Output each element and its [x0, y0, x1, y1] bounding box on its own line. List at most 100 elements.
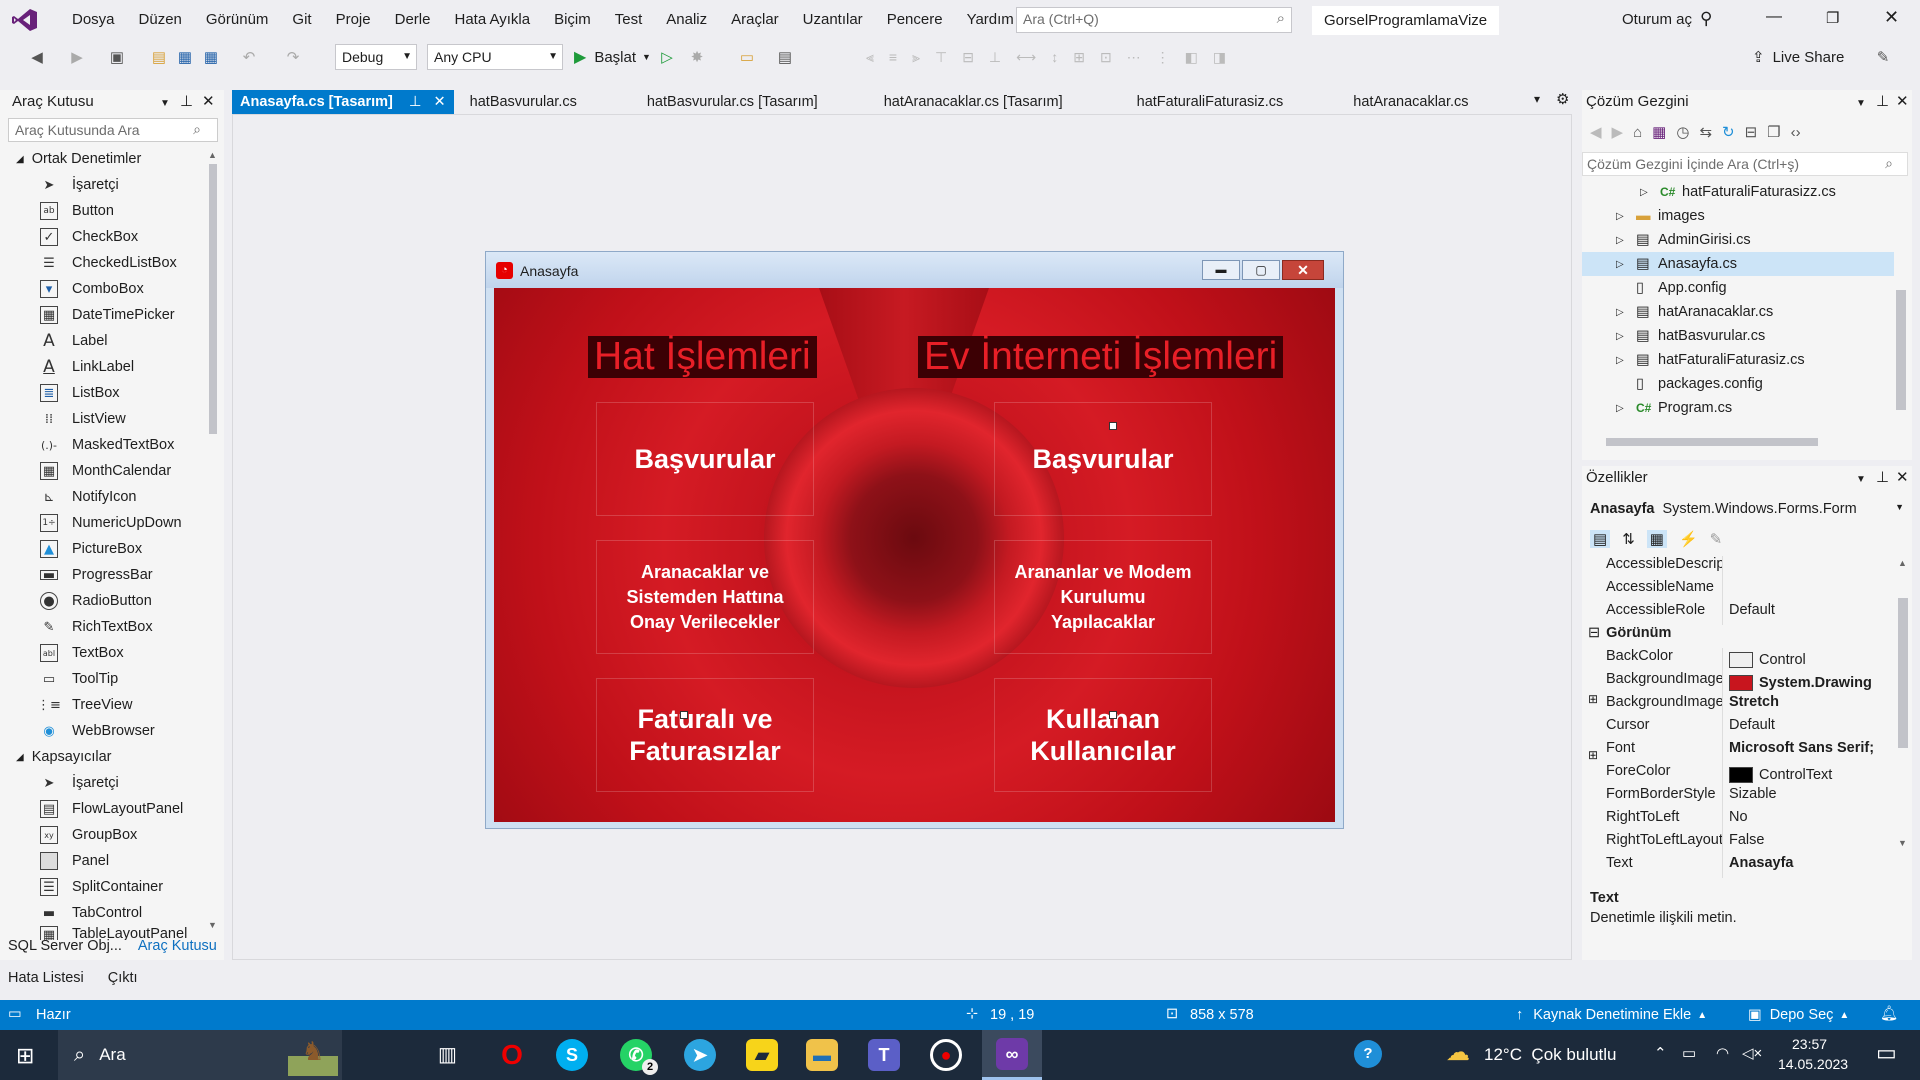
- same-height-icon[interactable]: ↕: [1051, 49, 1058, 65]
- new-project-icon[interactable]: ▣: [106, 46, 128, 68]
- clock-date[interactable]: 14.05.2023: [1778, 1056, 1848, 1072]
- menu-proje[interactable]: Proje: [324, 0, 383, 40]
- tool-item[interactable]: ✎ RichTextBox: [0, 614, 210, 640]
- categorized-icon[interactable]: ▤: [1590, 530, 1611, 548]
- prop-value[interactable]: Anasayfa: [1722, 855, 1894, 878]
- events-icon[interactable]: ⚡: [1679, 530, 1698, 548]
- tab-anasayfa-design[interactable]: Anasayfa.cs [Tasarım] ⊥ ✕: [232, 90, 454, 114]
- undo-icon[interactable]: ↶: [238, 46, 260, 68]
- prop-value[interactable]: Microsoft Sans Serif;: [1722, 740, 1894, 763]
- prop-row[interactable]: BackgroundImageLaStretch: [1582, 694, 1894, 717]
- teams-icon[interactable]: T: [868, 1039, 900, 1071]
- chevron-down-icon[interactable]: ▼: [160, 92, 170, 116]
- expand-icon[interactable]: ▷: [1616, 211, 1636, 222]
- toolbox-search-input[interactable]: Araç Kutusunda Ara ⌕: [8, 118, 218, 142]
- same-width-icon[interactable]: ⟷: [1016, 49, 1036, 66]
- tree-item[interactable]: ▯ packages.config: [1582, 372, 1894, 396]
- solution-vscrollbar[interactable]: [1896, 190, 1906, 420]
- hot-reload-icon[interactable]: ✸: [686, 46, 708, 68]
- menu-dosya[interactable]: Dosya: [60, 0, 127, 40]
- telegram-icon[interactable]: ➤: [684, 1039, 716, 1071]
- tree-item[interactable]: ▷ C# hatFaturaliFaturasizz.cs: [1582, 180, 1894, 204]
- prop-row[interactable]: FormBorderStyle Sizable: [1582, 786, 1894, 809]
- restore-icon[interactable]: ❐: [1826, 9, 1839, 27]
- scroll-down-icon[interactable]: ▼: [208, 920, 217, 930]
- vs-logo-icon[interactable]: [12, 8, 38, 32]
- align-right-icon[interactable]: ⫸: [912, 49, 920, 66]
- solution-search-input[interactable]: Çözüm Gezgini İçinde Ara (Ctrl+ş) ⌕: [1582, 152, 1908, 176]
- close-icon[interactable]: ✕: [1884, 7, 1899, 28]
- back-order-icon[interactable]: ◨: [1213, 49, 1226, 66]
- align-middle-icon[interactable]: ⊟: [962, 49, 974, 66]
- wifi-icon[interactable]: ◠: [1716, 1044, 1729, 1062]
- prop-value[interactable]: Default: [1722, 602, 1894, 625]
- expand-icon[interactable]: ▷: [1616, 331, 1636, 342]
- designer-surface[interactable]: ◔ Anasayfa ▬ ▢ ✕ Hat İşlemleri Ev İntern…: [232, 114, 1572, 960]
- tool-item[interactable]: ▬ ProgressBar: [0, 562, 210, 588]
- pin-icon[interactable]: ⊥: [180, 90, 193, 114]
- tool-item[interactable]: xy GroupBox: [0, 822, 210, 848]
- property-pages-icon[interactable]: ✎: [1710, 530, 1723, 548]
- volume-icon[interactable]: ◁×: [1742, 1044, 1762, 1062]
- save-icon[interactable]: ▦: [174, 46, 196, 68]
- front-icon[interactable]: ◧: [1185, 49, 1198, 66]
- close-panel-icon[interactable]: ✕: [1896, 90, 1909, 114]
- redo-icon[interactable]: ↷: [282, 46, 304, 68]
- live-share-button[interactable]: ⇪ Live Share: [1752, 46, 1844, 68]
- expand-icon[interactable]: ▷: [1640, 187, 1660, 198]
- home-icon[interactable]: ⌂: [1633, 124, 1642, 141]
- tool-item[interactable]: (.)- MaskedTextBox: [0, 432, 210, 458]
- prop-value[interactable]: [1722, 579, 1894, 602]
- prop-value[interactable]: No: [1722, 809, 1894, 832]
- start-button[interactable]: ▶ Başlat ▼: [574, 46, 651, 68]
- prop-row[interactable]: BackColor Control: [1582, 648, 1894, 671]
- form-window[interactable]: ◔ Anasayfa ▬ ▢ ✕ Hat İşlemleri Ev İntern…: [485, 251, 1344, 829]
- prop-row[interactable]: AccessibleName: [1582, 579, 1894, 602]
- prop-category[interactable]: ⊟ Görünüm: [1582, 625, 1894, 648]
- button-arananlar[interactable]: Arananlar ve Modem Kurulumu Yapılacaklar: [994, 540, 1212, 654]
- prop-row[interactable]: Font Microsoft Sans Serif;: [1582, 740, 1894, 763]
- button-faturali[interactable]: Faturalı ve Faturasızlar: [596, 678, 814, 792]
- scroll-up-icon[interactable]: ▲: [1898, 558, 1908, 568]
- tool-item[interactable]: ▦ DateTimePicker: [0, 302, 210, 328]
- menu-duzen[interactable]: Düzen: [127, 0, 194, 40]
- align-top-icon[interactable]: ⊤: [935, 49, 947, 66]
- refresh-icon[interactable]: ↻: [1722, 123, 1735, 141]
- vspace-icon[interactable]: ⋮: [1156, 49, 1170, 66]
- button-hat-basvurular[interactable]: Başvurular: [596, 402, 814, 516]
- whatsapp-icon[interactable]: ✆ 2: [620, 1039, 658, 1075]
- tool-item[interactable]: ◉ WebBrowser: [0, 718, 210, 744]
- expand-icon[interactable]: ▷: [1616, 355, 1636, 366]
- search-input[interactable]: Ara (Ctrl+Q) ⌕: [1016, 7, 1292, 33]
- toolbox-group-common[interactable]: ◢ Ortak Denetimler: [0, 146, 210, 172]
- tool-item[interactable]: ☰ SplitContainer: [0, 874, 210, 900]
- tab-hatfaturalifaturasiz[interactable]: hatFaturaliFaturasiz.cs: [1129, 90, 1292, 114]
- tab-hatbasvurular-design[interactable]: hatBasvurular.cs [Tasarım]: [639, 90, 826, 114]
- properties-icon[interactable]: ▦: [1646, 530, 1667, 548]
- prop-value[interactable]: [1722, 556, 1894, 579]
- button-kullanan[interactable]: Kullanan Kullanıcılar: [994, 678, 1212, 792]
- view-code-icon[interactable]: ‹›: [1791, 124, 1801, 141]
- button-ev-basvurular[interactable]: Başvurular: [994, 402, 1212, 516]
- scrollbar-thumb[interactable]: [1896, 290, 1906, 410]
- tool-item[interactable]: ≣ ListBox: [0, 380, 210, 406]
- pin-icon[interactable]: ⊥: [1876, 466, 1889, 490]
- menu-pencere[interactable]: Pencere: [875, 0, 955, 40]
- tree-item[interactable]: ▷ ▤ hatBasvurular.cs: [1582, 324, 1894, 348]
- sticky-notes-icon[interactable]: ▰: [746, 1039, 778, 1071]
- prop-value-cell[interactable]: Control: [1722, 648, 1894, 671]
- tool-item[interactable]: ▲ PictureBox: [0, 536, 210, 562]
- same-size-icon[interactable]: ⊞: [1073, 49, 1085, 66]
- tool-item[interactable]: ☰ CheckedListBox: [0, 250, 210, 276]
- pin-icon[interactable]: ⊥: [1876, 90, 1889, 114]
- switch-views-icon[interactable]: ▦: [1652, 123, 1666, 141]
- expand-icon[interactable]: ▷: [1616, 403, 1636, 414]
- tool-item[interactable]: ▦ MonthCalendar: [0, 458, 210, 484]
- expand-icon[interactable]: ▷: [1616, 235, 1636, 246]
- collapse-all-icon[interactable]: ⊟: [1745, 123, 1758, 141]
- tool-item[interactable]: Panel: [0, 848, 210, 874]
- tool-item[interactable]: 1÷ NumericUpDown: [0, 510, 210, 536]
- tool-item[interactable]: abl TextBox: [0, 640, 210, 666]
- menu-araclar[interactable]: Araçlar: [719, 0, 791, 40]
- start-without-debug-icon[interactable]: ▷: [656, 46, 678, 68]
